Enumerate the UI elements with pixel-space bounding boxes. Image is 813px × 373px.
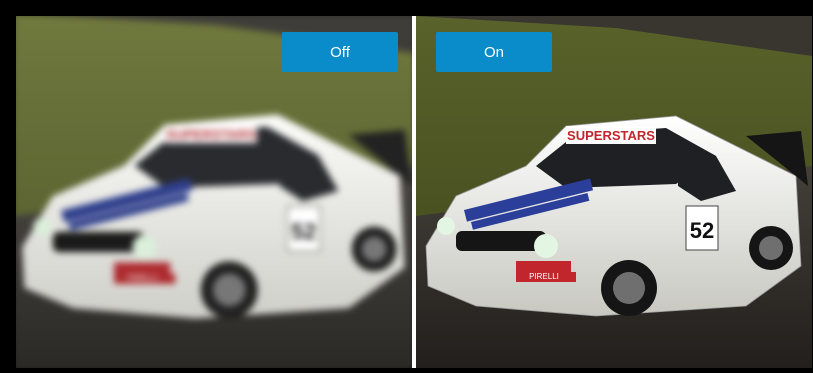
car-number: 52 [690, 218, 714, 243]
comparison-frame: SUPERSTARS PIRELLI 52 Off SUPERSTARS PIR… [0, 0, 813, 373]
panel-on: SUPERSTARS PIRELLI 52 On [416, 16, 812, 368]
sponsor-text: PIRELLI [529, 272, 559, 281]
panel-off: SUPERSTARS PIRELLI 52 Off [16, 16, 412, 368]
on-label-button[interactable]: On [436, 32, 552, 72]
livery-text: SUPERSTARS [567, 128, 655, 143]
svg-text:PIRELLI: PIRELLI [127, 274, 157, 283]
svg-text:52: 52 [291, 219, 316, 244]
svg-text:SUPERSTARS: SUPERSTARS [166, 127, 256, 142]
off-label-button[interactable]: Off [282, 32, 398, 72]
